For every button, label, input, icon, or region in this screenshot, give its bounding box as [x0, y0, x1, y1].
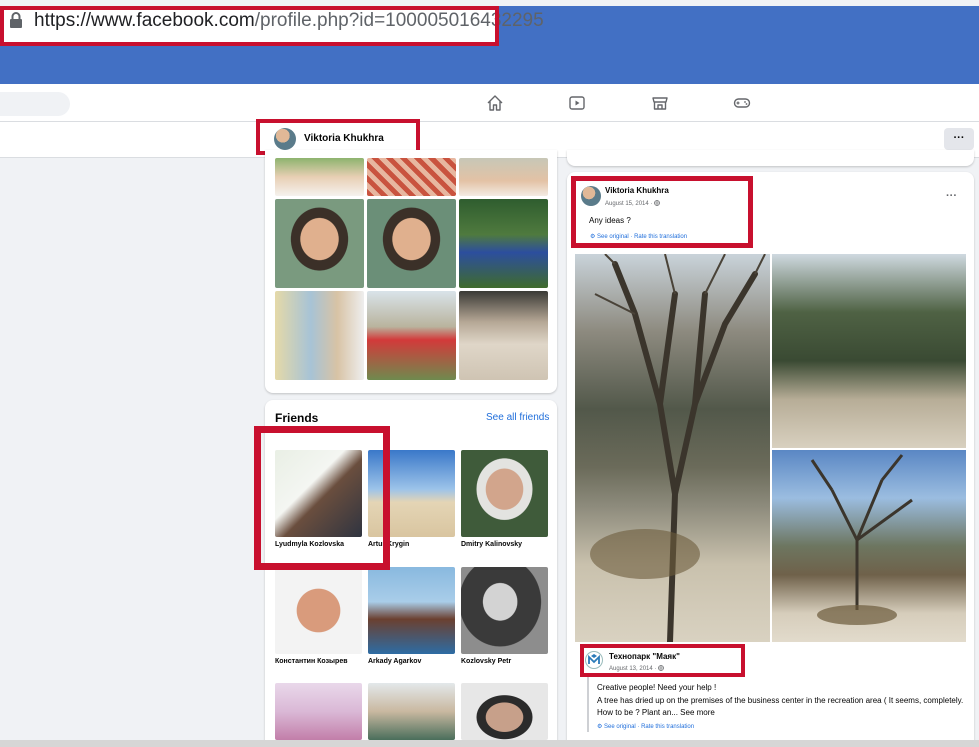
photo-thumbnail[interactable]	[367, 291, 456, 380]
friend-photo[interactable]	[275, 450, 362, 537]
photo-thumbnail[interactable]	[459, 291, 548, 380]
see-all-friends-link[interactable]: See all friends	[486, 412, 549, 423]
gaming-icon[interactable]	[733, 94, 751, 112]
friend-photo[interactable]	[368, 683, 455, 740]
previous-post-card-bottom	[567, 150, 974, 166]
tree-illustration	[810, 454, 913, 625]
avatar	[274, 128, 296, 150]
shared-date-text: August 13, 2014 ·	[609, 666, 659, 672]
friend-name[interactable]: Artur Krygin	[368, 541, 409, 548]
globe-icon	[654, 200, 660, 206]
scroll-strip	[0, 740, 979, 747]
friend-photo[interactable]	[275, 567, 362, 654]
friend-photo[interactable]	[275, 683, 362, 740]
post-date-text: August 15, 2014 ·	[605, 201, 655, 207]
friend-name[interactable]: Константин Козырев	[275, 658, 348, 665]
shared-text-line1: Creative people! Need your help !	[597, 683, 717, 692]
search-input[interactable]	[0, 92, 70, 116]
translation-links[interactable]: ⚙ See original · Rate this translation	[590, 233, 687, 240]
post-author[interactable]: Viktoria Khukhra	[605, 186, 669, 195]
technopark-logo-icon	[588, 654, 600, 664]
page-logo[interactable]	[585, 651, 603, 669]
quote-divider	[587, 676, 589, 732]
friends-title: Friends	[275, 411, 319, 425]
profile-name: Viktoria Khukhra	[304, 133, 384, 144]
address-bar[interactable]: https://www.facebook.com/profile.php?id=…	[0, 0, 979, 50]
shared-date[interactable]: August 13, 2014 ·	[609, 665, 664, 672]
translation-text: See original · Rate this translation	[597, 234, 688, 240]
photo-thumbnail[interactable]	[459, 158, 548, 196]
photo-thumbnail[interactable]	[459, 199, 548, 288]
lock-icon	[10, 12, 22, 28]
shared-text-line2: A tree has dried up on the premises of t…	[597, 696, 964, 717]
friend-photo[interactable]	[461, 450, 548, 537]
watch-icon[interactable]	[568, 94, 586, 112]
friend-photo[interactable]	[461, 567, 548, 654]
tree-illustration	[590, 254, 766, 642]
profile-more-button[interactable]: ···	[944, 128, 974, 150]
photo-thumbnail[interactable]	[367, 158, 456, 196]
friend-photo[interactable]	[368, 567, 455, 654]
url-text[interactable]: https://www.facebook.com/profile.php?id=…	[34, 10, 544, 32]
friend-photo[interactable]	[461, 683, 548, 740]
photo-thumbnail[interactable]	[275, 199, 364, 288]
url-path: /profile.php?id=100005016432295	[254, 10, 544, 31]
url-domain: https://www.facebook.com	[34, 10, 255, 31]
friend-name[interactable]: Dmitry Kalinovsky	[461, 541, 522, 548]
photo-thumbnail[interactable]	[275, 291, 364, 380]
post-photo[interactable]	[772, 254, 966, 448]
friend-name[interactable]: Lyudmyla Kozlovska	[275, 541, 344, 548]
post-author-avatar[interactable]	[581, 186, 601, 206]
friend-name[interactable]: Arkady Agarkov	[368, 658, 421, 665]
friend-name[interactable]: Kozlovsky Petr	[461, 658, 511, 665]
post-date[interactable]: August 15, 2014 ·	[605, 200, 660, 207]
post-menu-button[interactable]: ···	[946, 190, 957, 202]
friend-photo[interactable]	[368, 450, 455, 537]
marketplace-icon[interactable]	[651, 94, 669, 112]
facebook-topbar	[0, 84, 979, 122]
photo-thumbnail[interactable]	[367, 199, 456, 288]
shared-page-name[interactable]: Технопарк "Маяк"	[609, 652, 680, 661]
shared-translation-text: See original · Rate this translation	[604, 724, 695, 730]
home-icon[interactable]	[486, 94, 504, 112]
photo-thumbnail[interactable]	[275, 158, 364, 196]
post-text: Any ideas ?	[589, 216, 631, 225]
shared-translation-links[interactable]: ⚙ See original · Rate this translation	[597, 723, 694, 730]
globe-icon	[658, 665, 664, 671]
